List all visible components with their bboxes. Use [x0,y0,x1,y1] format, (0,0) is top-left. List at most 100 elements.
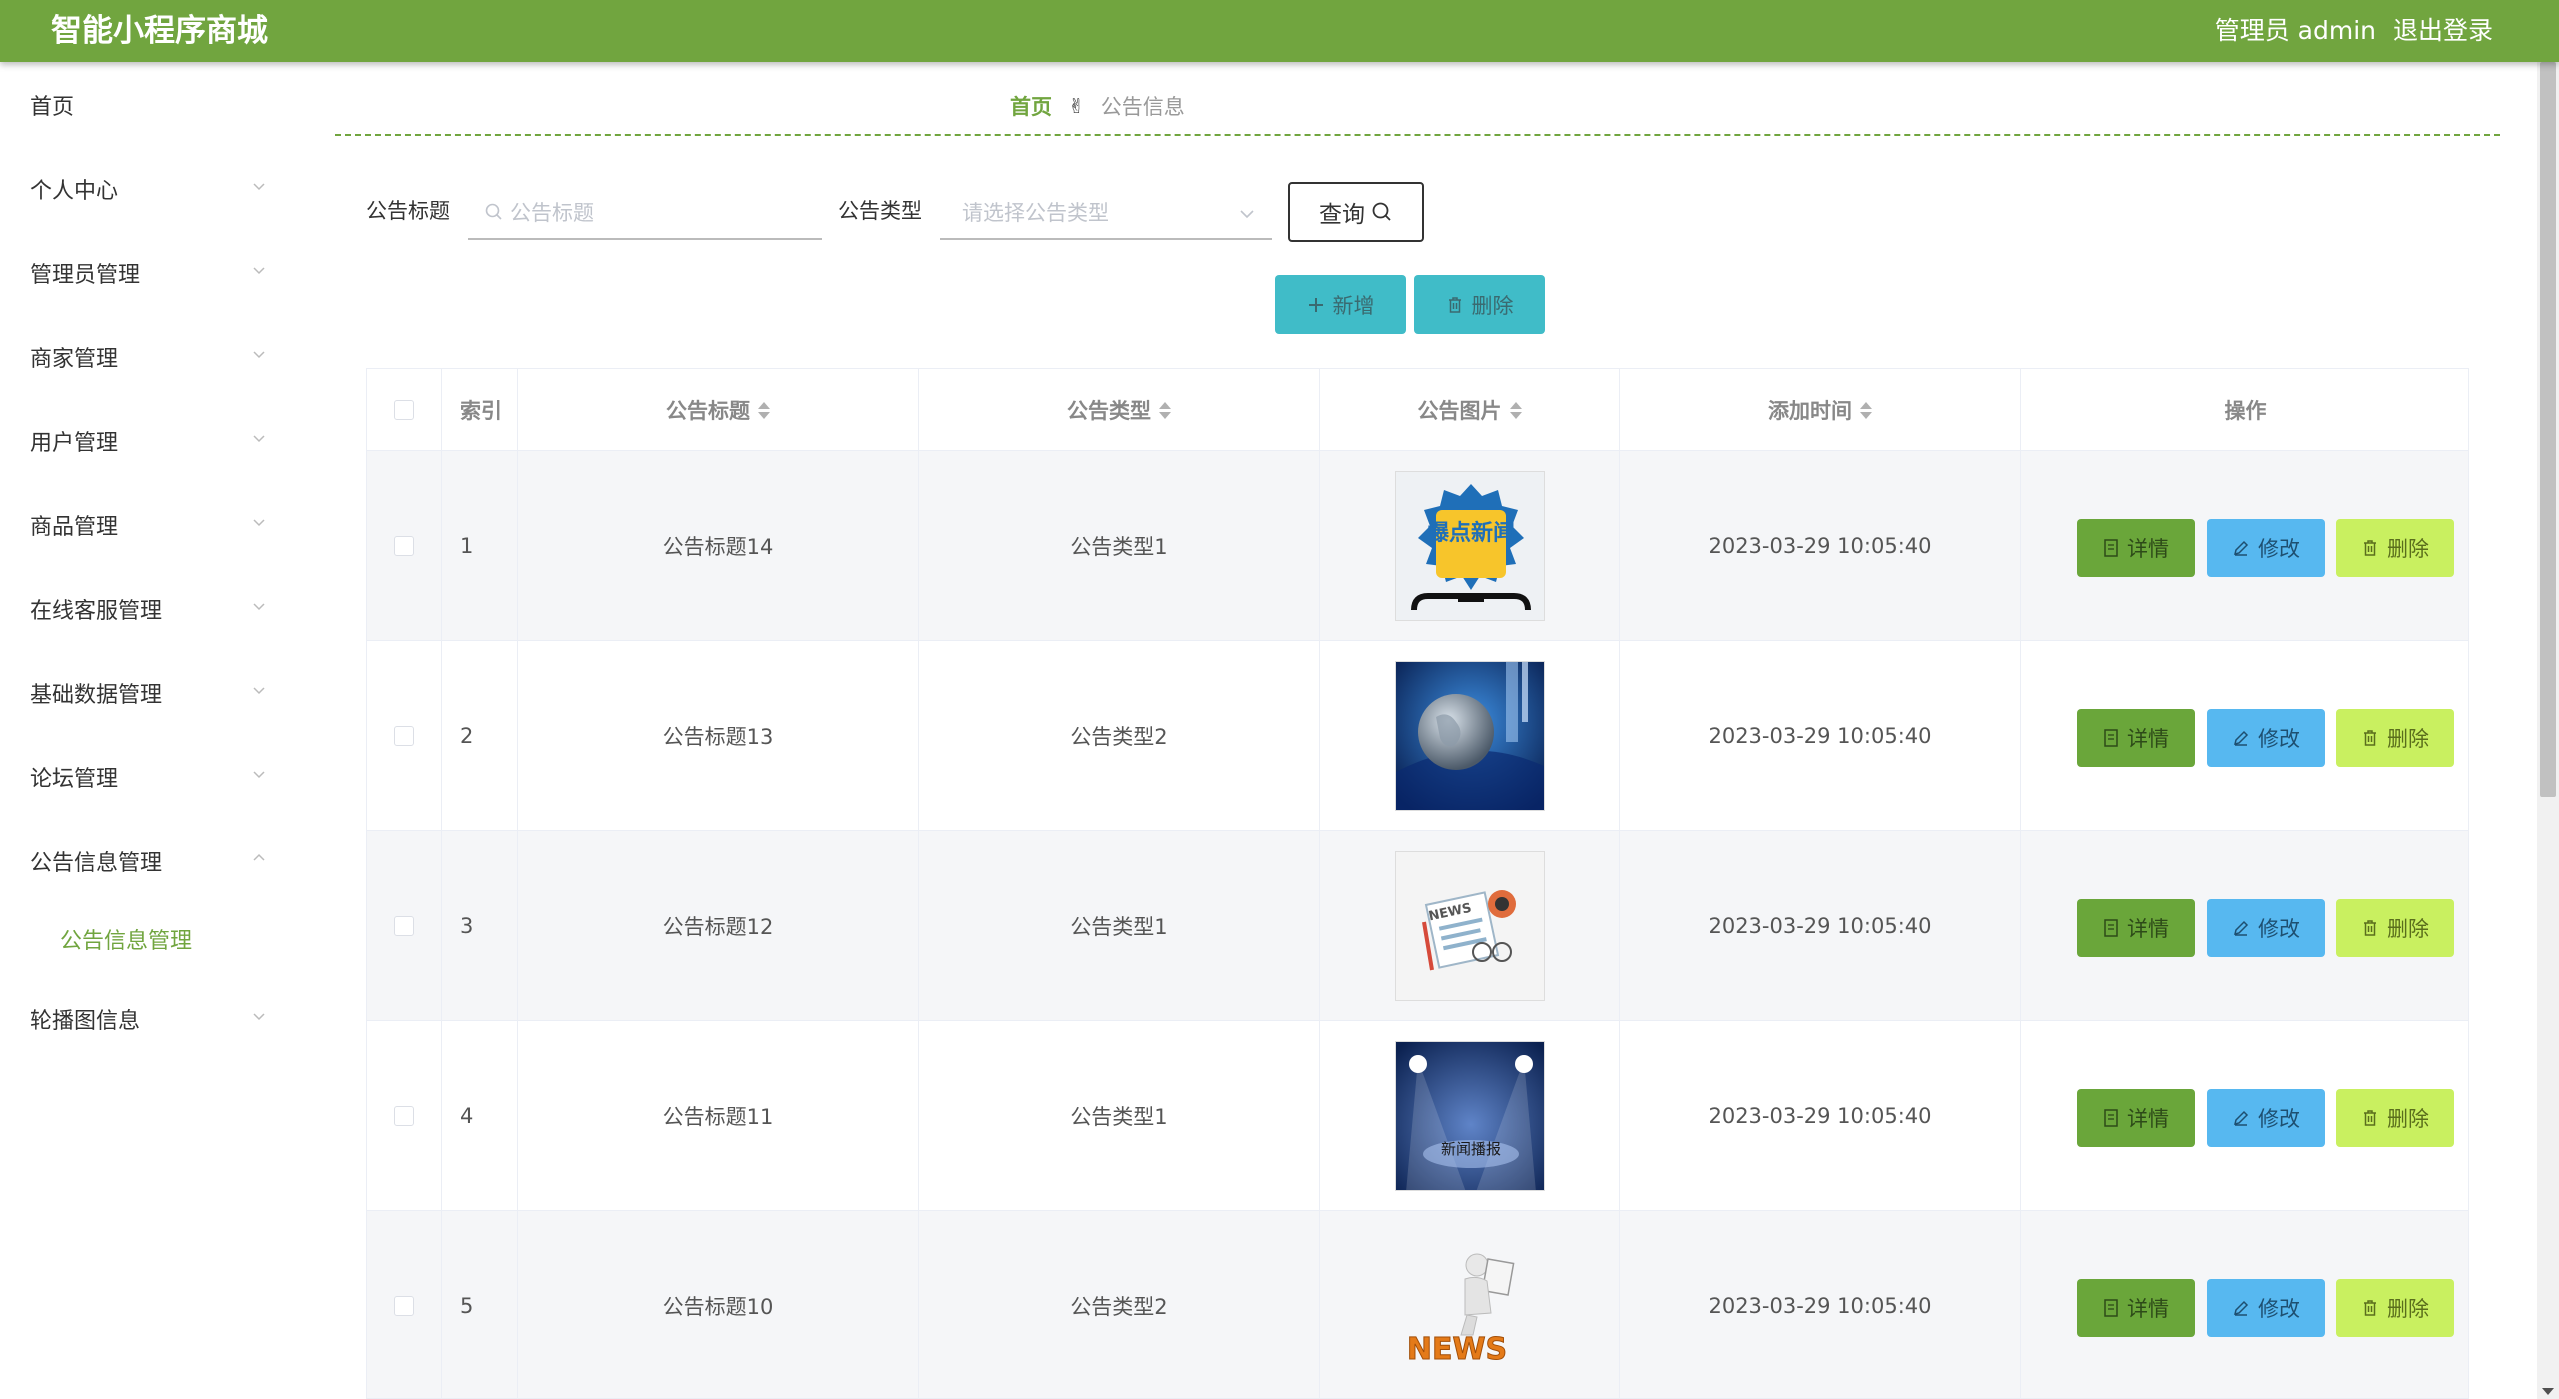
image-caption: 新闻播报 [1440,1140,1500,1158]
notice-image[interactable]: NEWS [1394,851,1545,1001]
breadcrumb-home[interactable]: 首页 [1010,91,1052,121]
time-cell: 2023-03-29 10:05:40 [1620,831,2021,1021]
detail-button-label: 详情 [2127,1297,2169,1321]
chevron-down-icon [253,435,265,443]
row-checkbox[interactable] [394,536,414,556]
column-header-label: 添加时间 [1768,399,1852,423]
type-cell: 公告类型2 [919,1211,1320,1398]
notice-image[interactable]: 新闻播报 [1394,1041,1545,1191]
column-header-time[interactable]: 添加时间 [1620,369,2021,451]
top-navbar: 智能小程序商城 管理员 admin 退出登录 [0,0,2559,62]
sidebar-item-merchant-management[interactable]: 商家管理 [0,327,300,387]
detail-button-label: 详情 [2127,917,2169,941]
type-select[interactable]: 请选择公告类型 [940,186,1272,240]
delete-button[interactable]: 删除 [2336,519,2454,577]
chevron-down-icon [253,519,265,527]
select-all-checkbox[interactable] [394,400,414,420]
notice-image[interactable]: NEWS [1395,1231,1545,1381]
breadcrumb: 首页 ✌ 公告信息 [1010,90,1185,122]
sidebar-item-forum-management[interactable]: 论坛管理 [0,747,300,807]
edit-button[interactable]: 修改 [2207,709,2325,767]
edit-button[interactable]: 修改 [2207,899,2325,957]
trash-icon [2364,1110,2376,1126]
breadcrumb-divider [335,134,2500,136]
delete-button[interactable]: 删除 [2336,1279,2454,1337]
table-row: 4 公告标题11 公告类型1 新闻播报 2023-03-29 10:05:40 … [367,1021,2468,1211]
row-checkbox[interactable] [394,1106,414,1126]
sidebar-item-label: 首页 [30,95,75,120]
delete-button-label: 删除 [2387,917,2429,941]
add-button[interactable]: 新增 [1275,275,1406,334]
page-scrollbar[interactable] [2537,62,2559,1399]
scrollbar-thumb[interactable] [2540,62,2556,797]
sort-icon[interactable] [1860,401,1872,419]
actions-cell: 详情 修改 删除 [2021,1211,2468,1398]
breadcrumb-current: 公告信息 [1100,95,1185,119]
detail-button[interactable]: 详情 [2077,1089,2195,1147]
image-cell: 爆点新闻 [1320,451,1620,641]
sidebar-item-label: 管理员管理 [30,263,141,288]
edit-button-label: 修改 [2258,1297,2300,1321]
sidebar-item-user-management[interactable]: 用户管理 [0,411,300,471]
sidebar-item-label: 论坛管理 [30,767,119,792]
sidebar-item-product-management[interactable]: 商品管理 [0,495,300,555]
sidebar-item-online-service[interactable]: 在线客服管理 [0,579,300,639]
detail-button-label: 详情 [2127,1107,2169,1131]
row-select-cell [367,641,442,831]
sort-icon[interactable] [1159,401,1171,419]
sidebar-item-personal-center[interactable]: 个人中心 [0,159,300,219]
detail-button[interactable]: 详情 [2077,899,2195,957]
sidebar-subitem-notice-management[interactable]: 公告信息管理 [0,909,300,969]
sidebar-item-carousel[interactable]: 轮播图信息 [0,989,300,1049]
sort-icon[interactable] [758,401,770,419]
title-cell: 公告标题11 [518,1021,919,1211]
detail-button[interactable]: 详情 [2077,1279,2195,1337]
image-cell: 新闻播报 [1320,1021,1620,1211]
column-header-actions: 操作 [2021,369,2468,451]
notice-image[interactable] [1394,661,1545,811]
detail-button[interactable]: 详情 [2077,709,2195,767]
logout-link[interactable]: 退出登录 [2393,15,2493,47]
column-header-type[interactable]: 公告类型 [919,369,1320,451]
column-header-title[interactable]: 公告标题 [518,369,919,451]
edit-button-label: 修改 [2258,917,2300,941]
query-button[interactable]: 查询 [1288,182,1424,242]
actions-cell: 详情 修改 删除 [2021,1021,2468,1211]
document-icon [2104,1299,2118,1317]
sidebar-item-label: 商品管理 [30,515,119,540]
detail-button[interactable]: 详情 [2077,519,2195,577]
edit-button[interactable]: 修改 [2207,519,2325,577]
table-row: 5 公告标题10 公告类型2 NEWS 2023-03-29 10:05:40 … [367,1211,2468,1398]
document-icon [2104,729,2118,747]
time-cell: 2023-03-29 10:05:40 [1620,641,2021,831]
sort-icon[interactable] [1509,401,1522,419]
notice-image[interactable]: 爆点新闻 [1394,471,1545,621]
title-search-input[interactable]: 公告标题 [468,186,822,240]
row-checkbox[interactable] [394,916,414,936]
sidebar-item-admin-management[interactable]: 管理员管理 [0,243,300,303]
row-checkbox[interactable] [394,726,414,746]
sidebar-item-home[interactable]: 首页 [0,75,300,135]
batch-delete-button[interactable]: 删除 [1414,275,1545,334]
row-checkbox[interactable] [394,1296,414,1316]
image-cell: NEWS [1320,831,1620,1021]
trash-icon [2364,920,2376,936]
sidebar-item-notice-management[interactable]: 公告信息管理 [0,831,300,891]
trash-icon [2364,1300,2376,1316]
select-all-cell [367,369,442,451]
scroll-down-arrow-icon[interactable] [2542,1388,2554,1395]
type-cell: 公告类型1 [919,1021,1320,1211]
column-header-image[interactable]: 公告图片 [1320,369,1620,451]
table-row: 1 公告标题14 公告类型1 爆点新闻 2023-03-29 10:05:40 … [367,451,2468,641]
sidebar-item-base-data[interactable]: 基础数据管理 [0,663,300,723]
delete-button[interactable]: 删除 [2336,1089,2454,1147]
table-header: 索引 公告标题 公告类型 公告图片 添加时间 操作 [367,369,2468,451]
index-cell: 2 [442,641,518,831]
edit-button[interactable]: 修改 [2207,1279,2325,1337]
chevron-down-icon [253,351,265,359]
sidebar-item-label: 在线客服管理 [30,599,163,624]
actions-cell: 详情 修改 删除 [2021,451,2468,641]
edit-button[interactable]: 修改 [2207,1089,2325,1147]
delete-button[interactable]: 删除 [2336,709,2454,767]
delete-button[interactable]: 删除 [2336,899,2454,957]
